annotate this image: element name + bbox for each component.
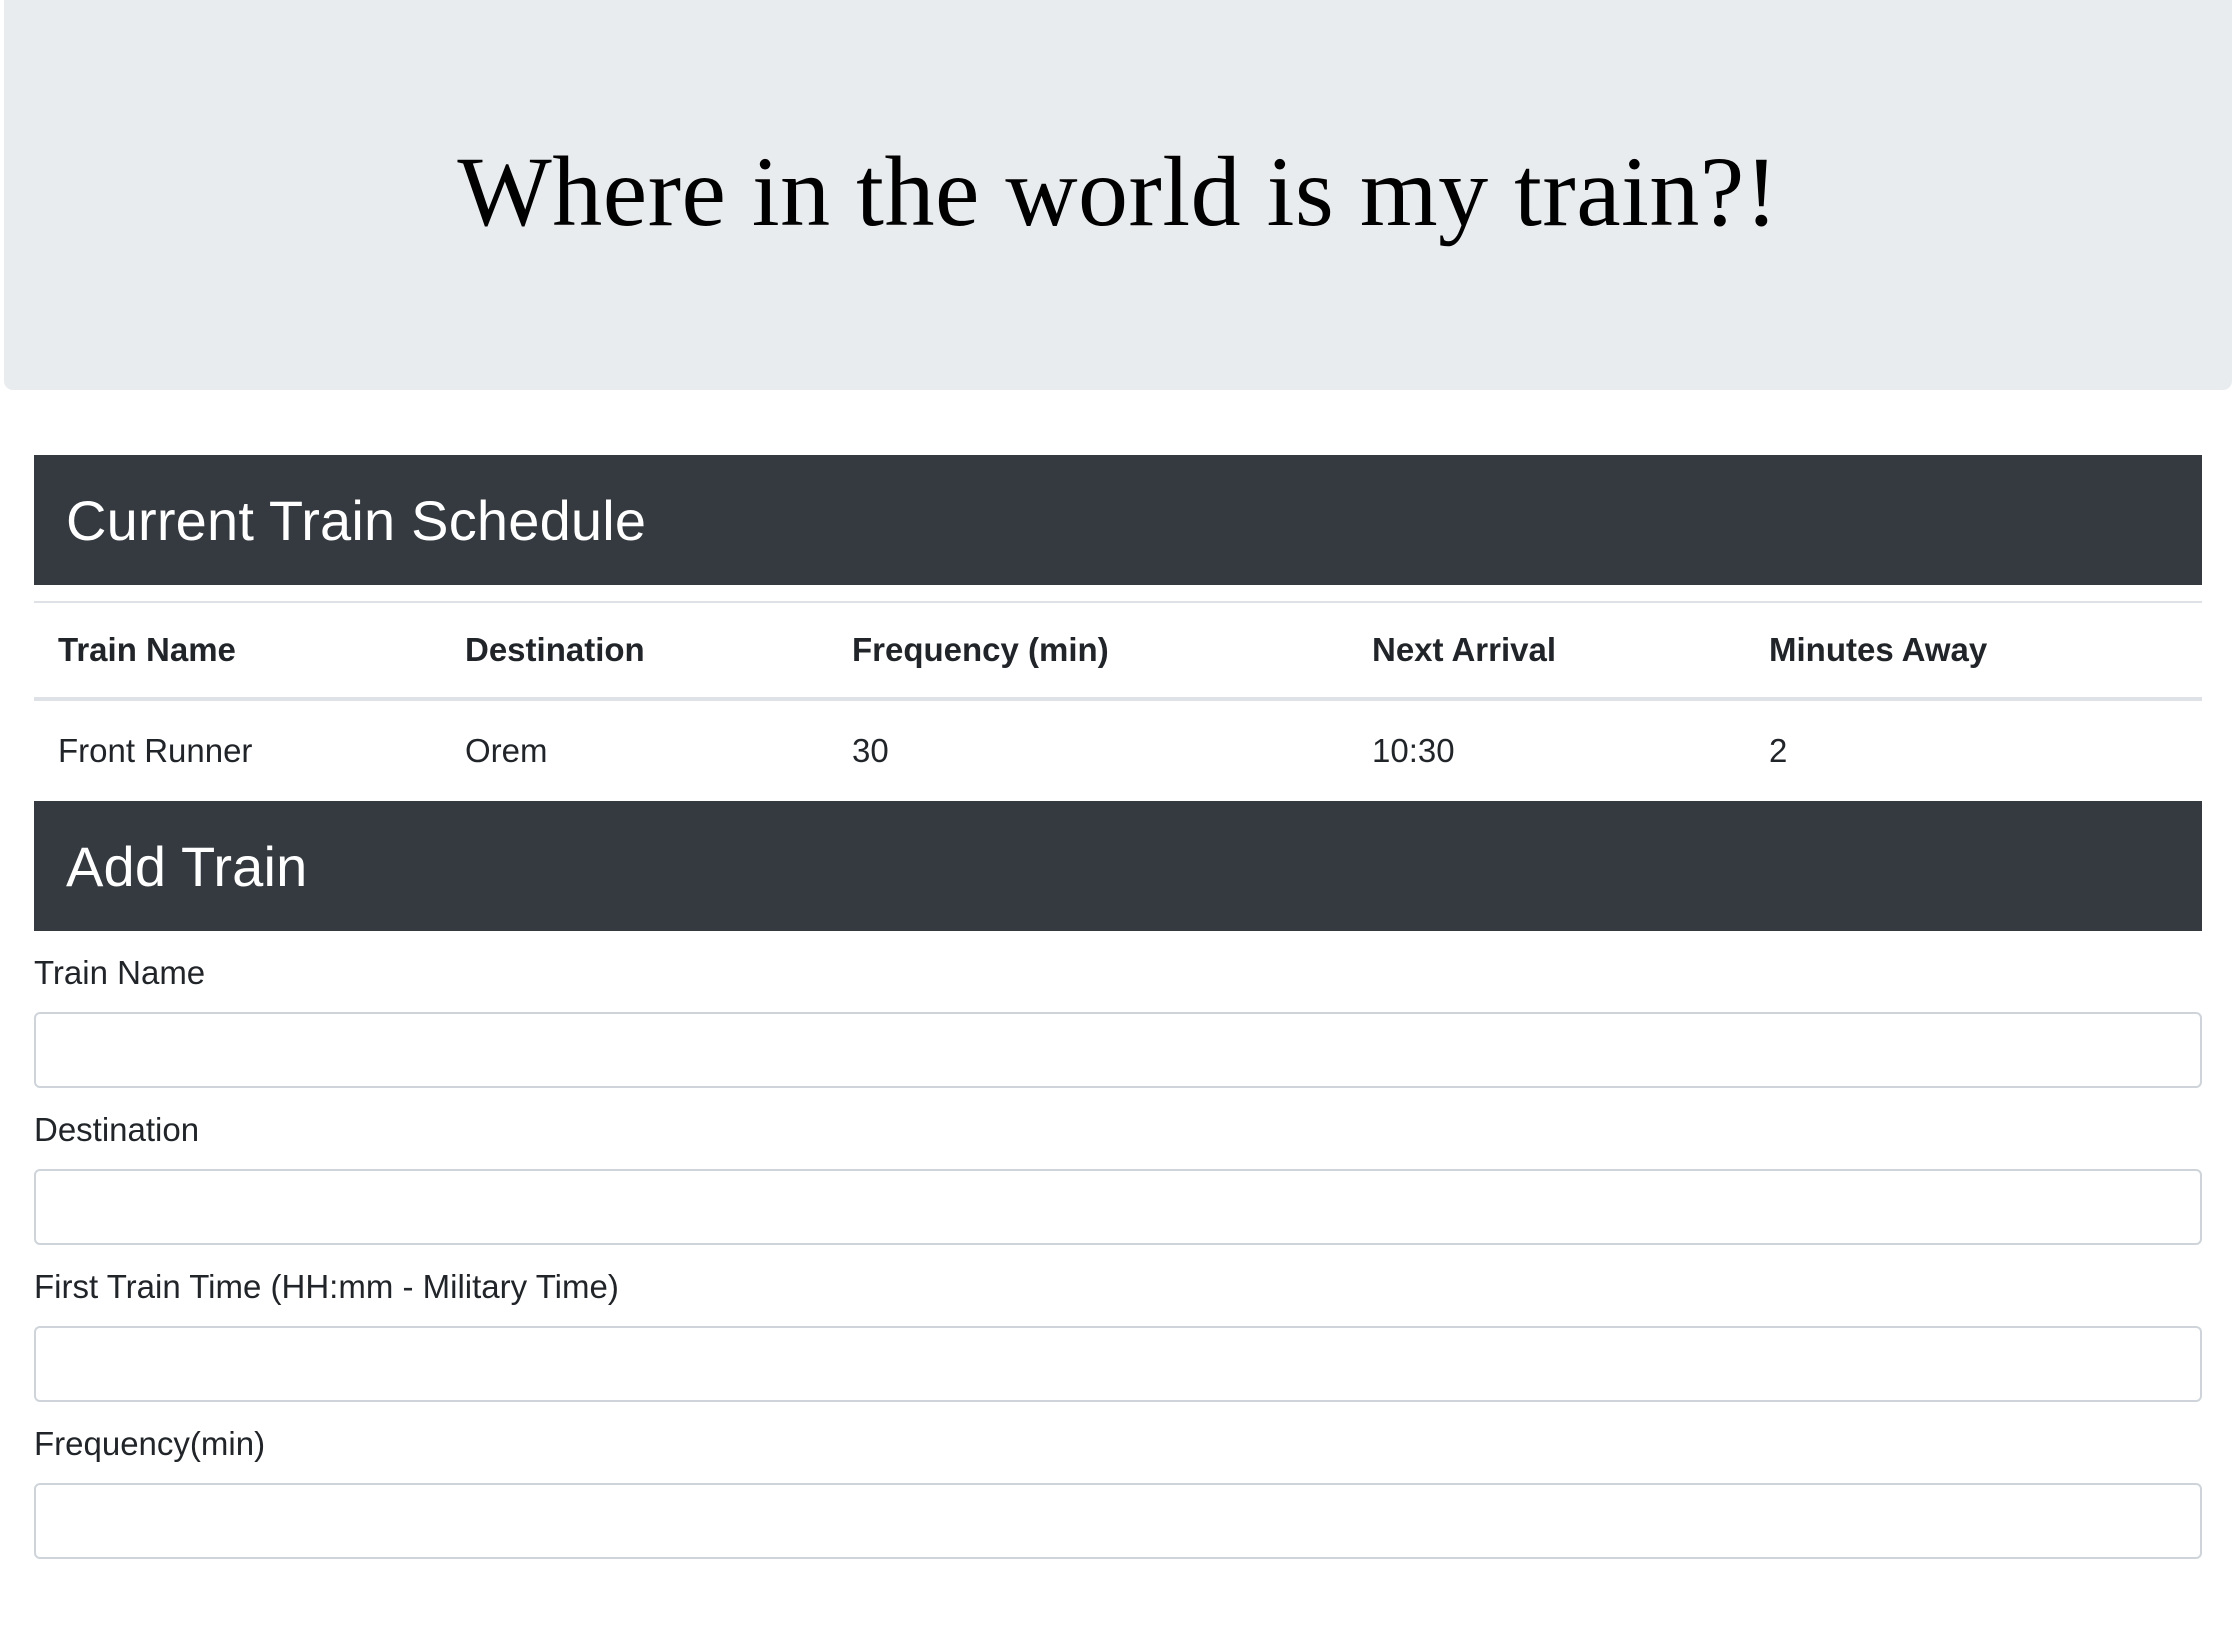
form-group-frequency: Frequency(min) bbox=[34, 1424, 2202, 1559]
column-header-minutes-away: Minutes Away bbox=[1745, 601, 2202, 701]
form-group-destination: Destination bbox=[34, 1110, 2202, 1245]
form-group-train-name: Train Name bbox=[34, 953, 2202, 1088]
add-train-header: Add Train bbox=[34, 801, 2202, 931]
jumbotron: Where in the world is my train?! bbox=[4, 0, 2232, 390]
train-name-input[interactable] bbox=[34, 1012, 2202, 1088]
cell-frequency: 30 bbox=[852, 732, 889, 769]
destination-label: Destination bbox=[34, 1111, 200, 1148]
schedule-header-title: Current Train Schedule bbox=[66, 488, 647, 552]
destination-input[interactable] bbox=[34, 1169, 2202, 1245]
frequency-label: Frequency(min) bbox=[34, 1425, 266, 1462]
column-header-destination: Destination bbox=[441, 601, 828, 701]
train-name-label: Train Name bbox=[34, 954, 206, 991]
first-train-time-input[interactable] bbox=[34, 1326, 2202, 1402]
schedule-table: Train Name Destination Frequency (min) N… bbox=[34, 601, 2202, 801]
column-header-frequency: Frequency (min) bbox=[828, 601, 1348, 701]
table-row: Front Runner Orem 30 10:30 2 bbox=[34, 699, 2202, 801]
first-train-time-label: First Train Time (HH:mm - Military Time) bbox=[34, 1268, 619, 1305]
add-train-form: Train Name Destination First Train Time … bbox=[34, 953, 2202, 1559]
cell-destination: Orem bbox=[465, 732, 548, 769]
main-content: Current Train Schedule Train Name Destin… bbox=[34, 455, 2202, 1559]
column-header-next-arrival: Next Arrival bbox=[1348, 601, 1745, 701]
column-header-train-name: Train Name bbox=[34, 601, 441, 701]
form-group-first-train-time: First Train Time (HH:mm - Military Time) bbox=[34, 1267, 2202, 1402]
page-title: Where in the world is my train?! bbox=[457, 135, 1779, 247]
frequency-input[interactable] bbox=[34, 1483, 2202, 1559]
table-header-row: Train Name Destination Frequency (min) N… bbox=[34, 601, 2202, 701]
schedule-header: Current Train Schedule bbox=[34, 455, 2202, 585]
cell-minutes-away: 2 bbox=[1769, 732, 1788, 769]
page: Where in the world is my train?! Current… bbox=[0, 0, 2236, 1642]
cell-train-name: Front Runner bbox=[58, 732, 253, 769]
cell-next-arrival: 10:30 bbox=[1372, 732, 1455, 769]
add-train-header-title: Add Train bbox=[66, 834, 308, 898]
